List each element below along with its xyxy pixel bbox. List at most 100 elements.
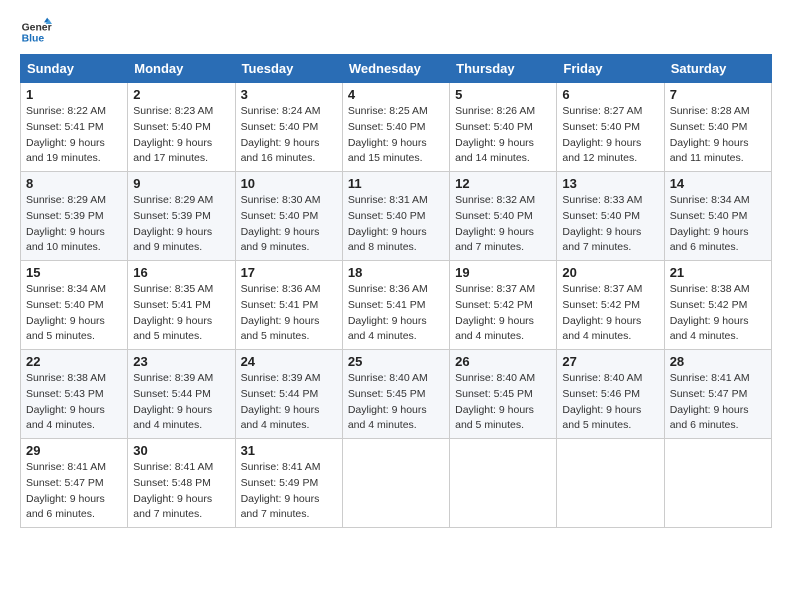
day-number: 18: [348, 265, 444, 280]
day-info: Sunrise: 8:29 AMSunset: 5:39 PMDaylight:…: [133, 193, 229, 256]
svg-text:General: General: [22, 22, 52, 33]
week-row-4: 22 Sunrise: 8:38 AMSunset: 5:43 PMDayligh…: [21, 350, 772, 439]
svg-text:Blue: Blue: [22, 34, 45, 45]
day-info: Sunrise: 8:23 AMSunset: 5:40 PMDaylight:…: [133, 104, 229, 167]
day-info: Sunrise: 8:38 AMSunset: 5:42 PMDaylight:…: [670, 282, 766, 345]
day-cell: 7 Sunrise: 8:28 AMSunset: 5:40 PMDaylight…: [664, 83, 771, 172]
day-cell: 4 Sunrise: 8:25 AMSunset: 5:40 PMDaylight…: [342, 83, 449, 172]
day-cell: 23 Sunrise: 8:39 AMSunset: 5:44 PMDayligh…: [128, 350, 235, 439]
day-cell: 17 Sunrise: 8:36 AMSunset: 5:41 PMDayligh…: [235, 261, 342, 350]
day-number: 23: [133, 354, 229, 369]
logo-icon: General Blue: [20, 16, 52, 48]
calendar-table: SundayMondayTuesdayWednesdayThursdayFrid…: [20, 54, 772, 528]
day-cell: 27 Sunrise: 8:40 AMSunset: 5:46 PMDayligh…: [557, 350, 664, 439]
day-info: Sunrise: 8:27 AMSunset: 5:40 PMDaylight:…: [562, 104, 658, 167]
day-cell: 25 Sunrise: 8:40 AMSunset: 5:45 PMDayligh…: [342, 350, 449, 439]
day-number: 19: [455, 265, 551, 280]
day-info: Sunrise: 8:39 AMSunset: 5:44 PMDaylight:…: [133, 371, 229, 434]
day-cell: 12 Sunrise: 8:32 AMSunset: 5:40 PMDayligh…: [450, 172, 557, 261]
day-number: 16: [133, 265, 229, 280]
day-cell: 1 Sunrise: 8:22 AMSunset: 5:41 PMDaylight…: [21, 83, 128, 172]
day-number: 1: [26, 87, 122, 102]
day-info: Sunrise: 8:37 AMSunset: 5:42 PMDaylight:…: [562, 282, 658, 345]
day-number: 27: [562, 354, 658, 369]
day-info: Sunrise: 8:40 AMSunset: 5:46 PMDaylight:…: [562, 371, 658, 434]
day-number: 7: [670, 87, 766, 102]
column-header-thursday: Thursday: [450, 55, 557, 83]
day-info: Sunrise: 8:40 AMSunset: 5:45 PMDaylight:…: [455, 371, 551, 434]
day-info: Sunrise: 8:41 AMSunset: 5:47 PMDaylight:…: [26, 460, 122, 523]
day-cell: 24Sunrise: 8:39 AMSunset: 5:44 PMDayligh…: [235, 350, 342, 439]
day-cell: 10Sunrise: 8:30 AMSunset: 5:40 PMDayligh…: [235, 172, 342, 261]
day-info: Sunrise: 8:33 AMSunset: 5:40 PMDaylight:…: [562, 193, 658, 256]
day-number: 17: [241, 265, 337, 280]
week-row-2: 8 Sunrise: 8:29 AMSunset: 5:39 PMDaylight…: [21, 172, 772, 261]
day-cell: 5 Sunrise: 8:26 AMSunset: 5:40 PMDaylight…: [450, 83, 557, 172]
day-cell: [664, 439, 771, 528]
week-row-3: 15Sunrise: 8:34 AMSunset: 5:40 PMDayligh…: [21, 261, 772, 350]
day-info: Sunrise: 8:41 AMSunset: 5:47 PMDaylight:…: [670, 371, 766, 434]
day-number: 14: [670, 176, 766, 191]
day-info: Sunrise: 8:39 AMSunset: 5:44 PMDaylight:…: [241, 371, 337, 434]
day-cell: 22 Sunrise: 8:38 AMSunset: 5:43 PMDayligh…: [21, 350, 128, 439]
day-cell: 26 Sunrise: 8:40 AMSunset: 5:45 PMDayligh…: [450, 350, 557, 439]
day-cell: 21 Sunrise: 8:38 AMSunset: 5:42 PMDayligh…: [664, 261, 771, 350]
day-cell: [450, 439, 557, 528]
day-number: 21: [670, 265, 766, 280]
day-number: 26: [455, 354, 551, 369]
day-info: Sunrise: 8:37 AMSunset: 5:42 PMDaylight:…: [455, 282, 551, 345]
day-number: 12: [455, 176, 551, 191]
day-info: Sunrise: 8:29 AMSunset: 5:39 PMDaylight:…: [26, 193, 122, 256]
day-number: 20: [562, 265, 658, 280]
day-info: Sunrise: 8:36 AMSunset: 5:41 PMDaylight:…: [348, 282, 444, 345]
day-cell: 20 Sunrise: 8:37 AMSunset: 5:42 PMDayligh…: [557, 261, 664, 350]
day-number: 13: [562, 176, 658, 191]
day-number: 4: [348, 87, 444, 102]
day-info: Sunrise: 8:34 AMSunset: 5:40 PMDaylight:…: [670, 193, 766, 256]
day-number: 6: [562, 87, 658, 102]
column-header-wednesday: Wednesday: [342, 55, 449, 83]
day-info: Sunrise: 8:25 AMSunset: 5:40 PMDaylight:…: [348, 104, 444, 167]
day-number: 30: [133, 443, 229, 458]
day-info: Sunrise: 8:22 AMSunset: 5:41 PMDaylight:…: [26, 104, 122, 167]
day-info: Sunrise: 8:31 AMSunset: 5:40 PMDaylight:…: [348, 193, 444, 256]
day-number: 3: [241, 87, 337, 102]
day-cell: 19 Sunrise: 8:37 AMSunset: 5:42 PMDayligh…: [450, 261, 557, 350]
day-info: Sunrise: 8:36 AMSunset: 5:41 PMDaylight:…: [241, 282, 337, 345]
day-cell: 18 Sunrise: 8:36 AMSunset: 5:41 PMDayligh…: [342, 261, 449, 350]
day-number: 8: [26, 176, 122, 191]
day-info: Sunrise: 8:28 AMSunset: 5:40 PMDaylight:…: [670, 104, 766, 167]
day-cell: 2Sunrise: 8:23 AMSunset: 5:40 PMDaylight…: [128, 83, 235, 172]
day-cell: 28Sunrise: 8:41 AMSunset: 5:47 PMDayligh…: [664, 350, 771, 439]
column-header-tuesday: Tuesday: [235, 55, 342, 83]
column-header-sunday: Sunday: [21, 55, 128, 83]
day-number: 22: [26, 354, 122, 369]
day-cell: 8 Sunrise: 8:29 AMSunset: 5:39 PMDaylight…: [21, 172, 128, 261]
day-cell: 14 Sunrise: 8:34 AMSunset: 5:40 PMDayligh…: [664, 172, 771, 261]
day-cell: [557, 439, 664, 528]
page-header: General Blue: [20, 16, 772, 48]
day-number: 29: [26, 443, 122, 458]
column-header-friday: Friday: [557, 55, 664, 83]
day-number: 25: [348, 354, 444, 369]
day-number: 5: [455, 87, 551, 102]
day-info: Sunrise: 8:38 AMSunset: 5:43 PMDaylight:…: [26, 371, 122, 434]
week-row-5: 29 Sunrise: 8:41 AMSunset: 5:47 PMDayligh…: [21, 439, 772, 528]
day-cell: 16Sunrise: 8:35 AMSunset: 5:41 PMDayligh…: [128, 261, 235, 350]
day-info: Sunrise: 8:34 AMSunset: 5:40 PMDaylight:…: [26, 282, 122, 345]
logo: General Blue: [20, 16, 52, 48]
day-info: Sunrise: 8:41 AMSunset: 5:48 PMDaylight:…: [133, 460, 229, 523]
day-info: Sunrise: 8:40 AMSunset: 5:45 PMDaylight:…: [348, 371, 444, 434]
day-cell: 3Sunrise: 8:24 AMSunset: 5:40 PMDaylight…: [235, 83, 342, 172]
day-info: Sunrise: 8:41 AMSunset: 5:49 PMDaylight:…: [241, 460, 337, 523]
day-info: Sunrise: 8:32 AMSunset: 5:40 PMDaylight:…: [455, 193, 551, 256]
day-info: Sunrise: 8:26 AMSunset: 5:40 PMDaylight:…: [455, 104, 551, 167]
day-cell: 13 Sunrise: 8:33 AMSunset: 5:40 PMDayligh…: [557, 172, 664, 261]
day-cell: [342, 439, 449, 528]
day-number: 10: [241, 176, 337, 191]
week-row-1: 1 Sunrise: 8:22 AMSunset: 5:41 PMDaylight…: [21, 83, 772, 172]
column-header-saturday: Saturday: [664, 55, 771, 83]
day-cell: 11 Sunrise: 8:31 AMSunset: 5:40 PMDayligh…: [342, 172, 449, 261]
day-number: 11: [348, 176, 444, 191]
day-cell: 15Sunrise: 8:34 AMSunset: 5:40 PMDayligh…: [21, 261, 128, 350]
